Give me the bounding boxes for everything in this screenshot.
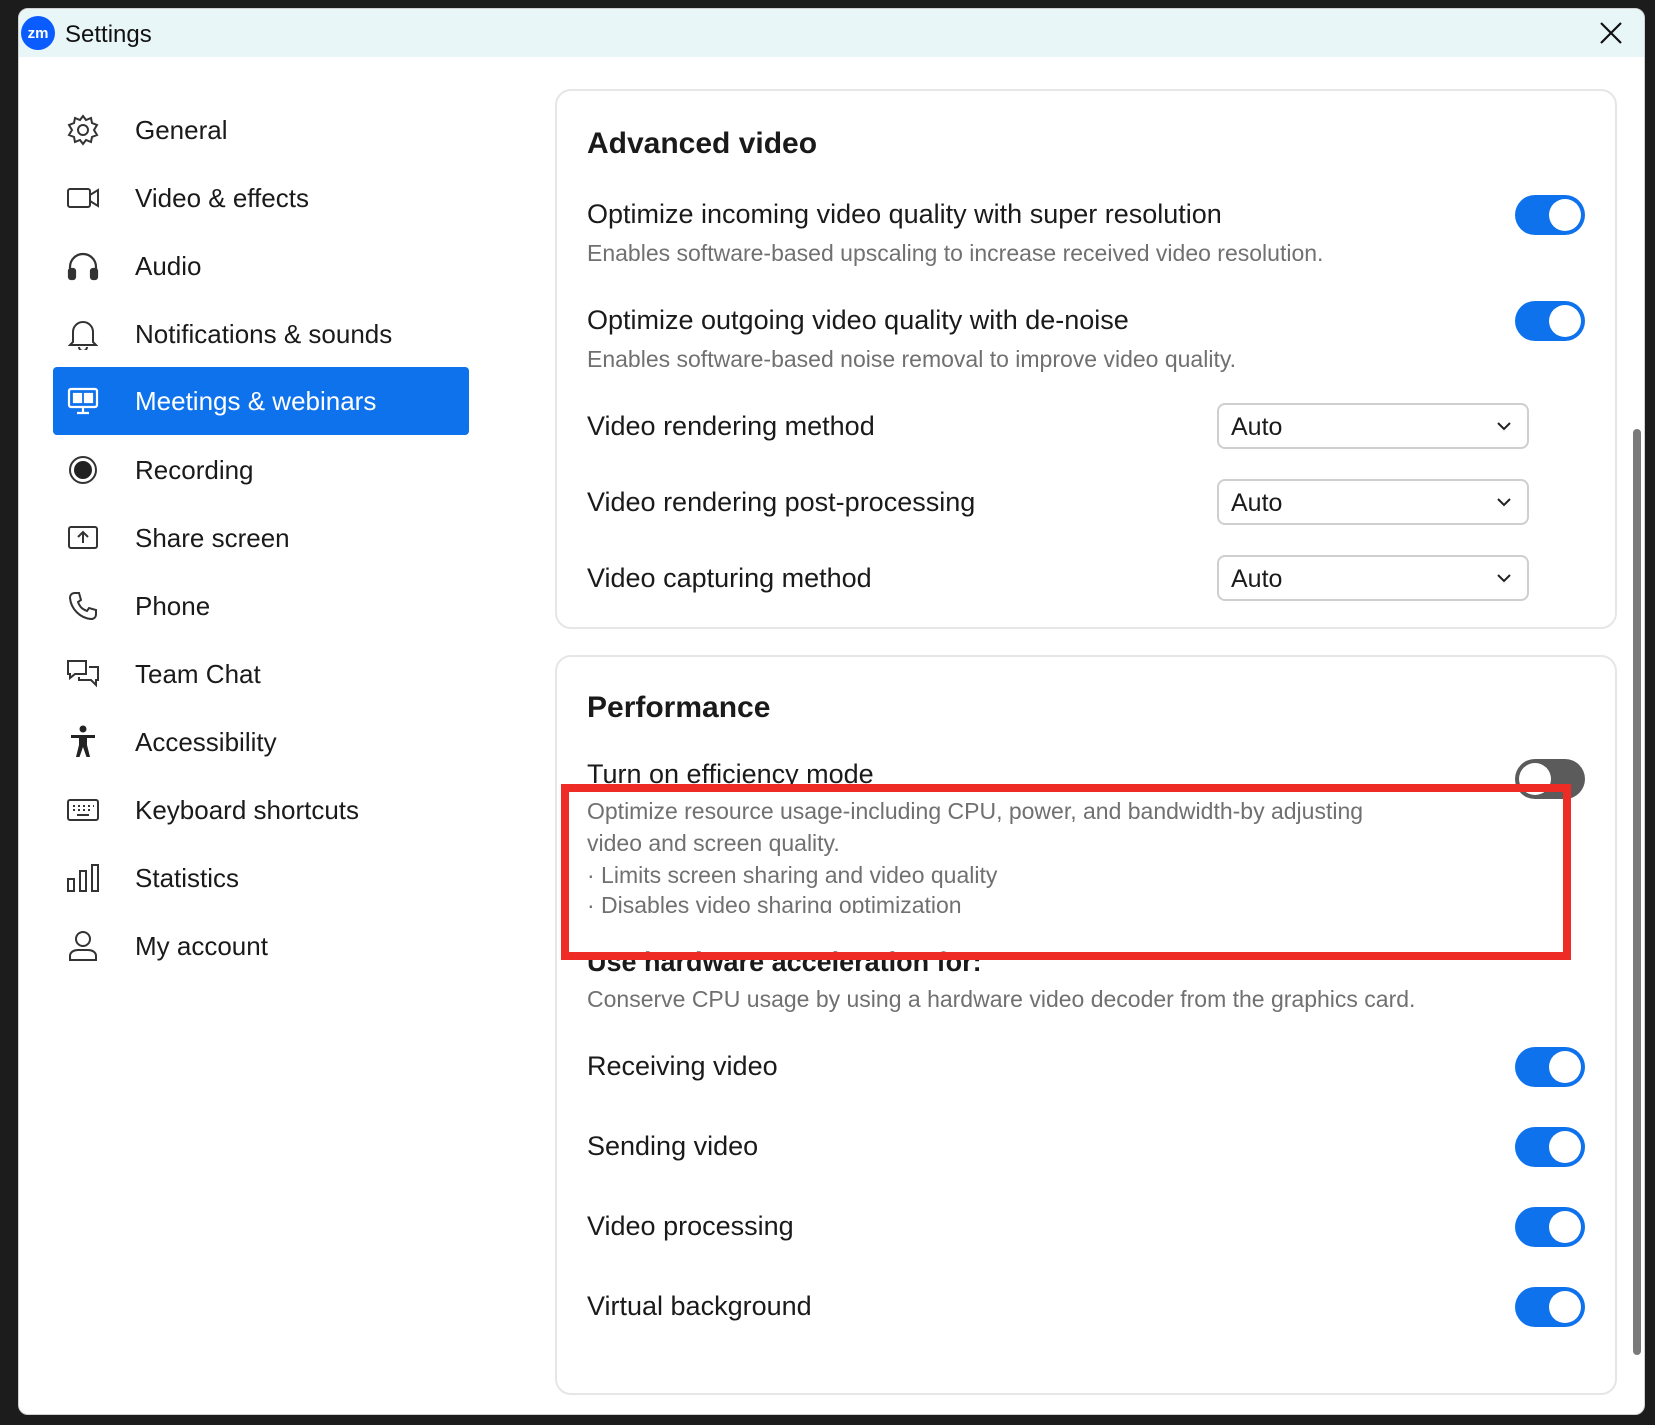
- bell-icon: [65, 316, 101, 352]
- settings-window: zm Settings General Video & effects Audi…: [18, 8, 1645, 1415]
- receiving-video-label: Receiving video: [587, 1051, 778, 1081]
- sidebar-item-meetings-webinars[interactable]: Meetings & webinars: [53, 367, 469, 435]
- sidebar-item-label: Statistics: [135, 862, 240, 893]
- efficiency-mode-label: Turn on efficiency mode: [587, 759, 874, 789]
- sidebar-item-label: Notifications & sounds: [135, 318, 393, 349]
- toggle-knob: [1519, 763, 1551, 795]
- close-icon: [1600, 22, 1622, 44]
- sidebar-item-phone[interactable]: Phone: [53, 571, 469, 641]
- keyboard-icon: [65, 792, 101, 828]
- denoise-label: Optimize outgoing video quality with de-…: [587, 305, 1129, 335]
- share-screen-icon: [65, 520, 101, 556]
- sidebar-item-notifications[interactable]: Notifications & sounds: [53, 299, 469, 369]
- sidebar-item-label: Team Chat: [135, 658, 261, 689]
- virtual-background-toggle[interactable]: [1515, 1287, 1585, 1327]
- sending-video-toggle[interactable]: [1515, 1127, 1585, 1167]
- video-processing-label: Video processing: [587, 1211, 794, 1241]
- sidebar-item-label: Audio: [135, 250, 202, 281]
- efficiency-bullet: · Limits screen sharing and video qualit…: [587, 862, 998, 888]
- select-value: Auto: [1231, 489, 1283, 517]
- scrollbar[interactable]: [1628, 57, 1644, 1414]
- video-processing-toggle[interactable]: [1515, 1207, 1585, 1247]
- sidebar-item-general[interactable]: General: [53, 95, 469, 165]
- sidebar-item-keyboard-shortcuts[interactable]: Keyboard shortcuts: [53, 775, 469, 845]
- hw-accel-title: Use hardware acceleration for:: [587, 947, 982, 977]
- capturing-method-select[interactable]: Auto: [1217, 555, 1529, 601]
- section-title: Advanced video: [587, 127, 818, 160]
- sidebar-item-statistics[interactable]: Statistics: [53, 843, 469, 913]
- sidebar-item-label: General: [135, 114, 228, 145]
- post-processing-select[interactable]: Auto: [1217, 479, 1529, 525]
- super-resolution-label: Optimize incoming video quality with sup…: [587, 199, 1222, 229]
- scrollbar-thumb[interactable]: [1633, 429, 1641, 1355]
- sidebar-item-label: Video & effects: [135, 182, 309, 213]
- headphones-icon: [65, 248, 101, 284]
- sidebar-item-label: Keyboard shortcuts: [135, 794, 360, 825]
- sidebar-item-label: Share screen: [135, 522, 290, 553]
- toggle-knob: [1549, 199, 1581, 231]
- advanced-video-card: Advanced video Optimize incoming video q…: [555, 89, 1617, 629]
- hw-accel-description: Conserve CPU usage by using a hardware v…: [587, 986, 1416, 1012]
- chat-icon: [65, 656, 101, 692]
- title-bar: zm Settings: [19, 9, 1644, 57]
- sidebar-item-recording[interactable]: Recording: [53, 435, 469, 505]
- video-camera-icon: [65, 180, 101, 216]
- select-value: Auto: [1231, 565, 1283, 593]
- toggle-knob: [1549, 1211, 1581, 1243]
- record-icon: [65, 452, 101, 488]
- sidebar-item-label: My account: [135, 930, 268, 961]
- chevron-down-icon: [1497, 574, 1511, 583]
- window-title: Settings: [65, 21, 152, 48]
- efficiency-mode-toggle[interactable]: [1515, 759, 1585, 799]
- section-title: Performance: [587, 691, 771, 724]
- select-value: Auto: [1231, 413, 1283, 441]
- receiving-video-toggle[interactable]: [1515, 1047, 1585, 1087]
- performance-card: Performance Turn on efficiency mode Opti…: [555, 655, 1617, 1395]
- sidebar-item-label: Recording: [135, 454, 254, 485]
- settings-sidebar: General Video & effects Audio Notificati…: [19, 57, 489, 1414]
- sidebar-item-label: Accessibility: [135, 726, 277, 757]
- toggle-knob: [1549, 305, 1581, 337]
- virtual-background-label: Virtual background: [587, 1291, 812, 1321]
- sending-video-label: Sending video: [587, 1131, 759, 1161]
- sidebar-item-my-account[interactable]: My account: [53, 911, 469, 981]
- chevron-down-icon: [1497, 498, 1511, 507]
- account-icon: [65, 928, 101, 964]
- zoom-logo: zm: [21, 16, 55, 50]
- sidebar-item-label: Phone: [135, 590, 211, 621]
- sidebar-item-video-effects[interactable]: Video & effects: [53, 163, 469, 233]
- post-processing-label: Video rendering post-processing: [587, 487, 976, 517]
- sidebar-item-share-screen[interactable]: Share screen: [53, 503, 469, 573]
- efficiency-mode-description-2: video and screen quality.: [587, 830, 840, 856]
- sidebar-item-label: Meetings & webinars: [135, 385, 377, 416]
- super-resolution-description: Enables software-based upscaling to incr…: [587, 240, 1324, 266]
- toggle-knob: [1549, 1051, 1581, 1083]
- rendering-method-label: Video rendering method: [587, 411, 875, 441]
- efficiency-mode-description: Optimize resource usage-including CPU, p…: [587, 798, 1364, 824]
- denoise-toggle[interactable]: [1515, 301, 1585, 341]
- close-button[interactable]: [1596, 18, 1626, 48]
- meetings-icon: [65, 383, 101, 419]
- efficiency-mode-row: Turn on efficiency mode Optimize resourc…: [557, 745, 1615, 913]
- sidebar-item-audio[interactable]: Audio: [53, 231, 469, 301]
- toggle-knob: [1549, 1291, 1581, 1323]
- sidebar-item-team-chat[interactable]: Team Chat: [53, 639, 469, 709]
- gear-icon: [65, 112, 101, 148]
- capturing-method-label: Video capturing method: [587, 563, 872, 593]
- efficiency-bullet: · Disables video sharing optimization: [587, 892, 962, 913]
- chevron-down-icon: [1497, 422, 1511, 431]
- denoise-description: Enables software-based noise removal to …: [587, 346, 1237, 372]
- phone-icon: [65, 588, 101, 624]
- super-resolution-toggle[interactable]: [1515, 195, 1585, 235]
- settings-content: Advanced video Optimize incoming video q…: [489, 57, 1644, 1414]
- sidebar-item-accessibility[interactable]: Accessibility: [53, 707, 469, 777]
- accessibility-icon: [65, 724, 101, 760]
- statistics-icon: [65, 860, 101, 896]
- toggle-knob: [1549, 1131, 1581, 1163]
- rendering-method-select[interactable]: Auto: [1217, 403, 1529, 449]
